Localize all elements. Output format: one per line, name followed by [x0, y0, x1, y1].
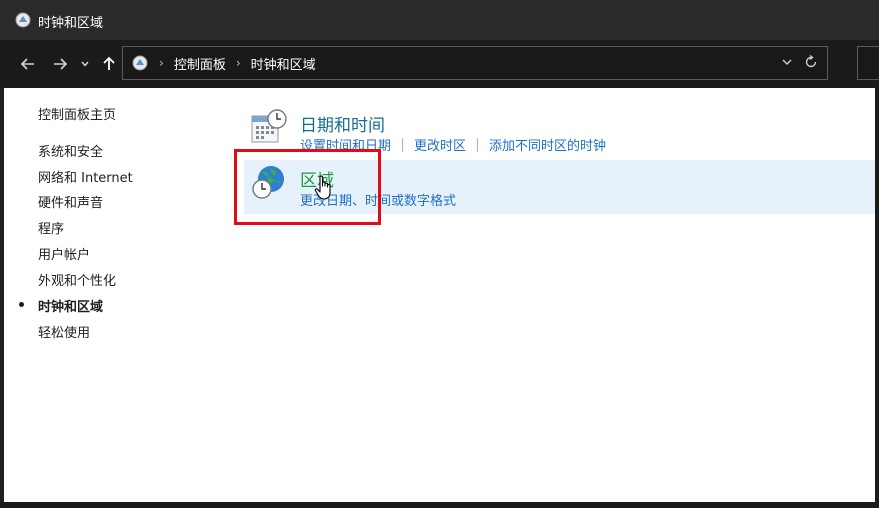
arrow-left-icon — [20, 58, 34, 70]
sidebar-item-clock-region[interactable]: 时钟和区域 — [38, 296, 103, 315]
up-button[interactable] — [97, 53, 121, 75]
category-title-date-time[interactable]: 日期和时间 — [300, 111, 385, 136]
breadcrumb-separator: › — [159, 56, 164, 70]
refresh-icon — [805, 54, 817, 68]
search-input[interactable] — [857, 46, 879, 80]
navigation-bar: › 控制面板 › 时钟和区域 — [0, 40, 879, 88]
address-bar[interactable]: › 控制面板 › 时钟和区域 — [122, 46, 828, 80]
recent-locations-button[interactable] — [76, 53, 94, 75]
sidebar-item-programs[interactable]: 程序 — [38, 218, 64, 237]
link-separator — [477, 137, 479, 152]
chevron-down-icon — [782, 59, 792, 65]
breadcrumb-clock-region[interactable]: 时钟和区域 — [251, 54, 316, 73]
sidebar: 控制面板主页 系统和安全 网络和 Internet 硬件和声音 程序 用户帐户 … — [4, 88, 224, 502]
link-separator — [402, 137, 404, 152]
arrow-up-icon — [103, 56, 115, 70]
control-panel-icon — [15, 12, 31, 28]
hand-cursor-icon — [314, 175, 331, 200]
sidebar-item-home[interactable]: 控制面板主页 — [38, 104, 116, 123]
content-area: 控制面板主页 系统和安全 网络和 Internet 硬件和声音 程序 用户帐户 … — [4, 88, 875, 502]
title-bar: 时钟和区域 — [0, 0, 879, 40]
chevron-down-icon — [81, 61, 89, 67]
sidebar-item-user-accounts[interactable]: 用户帐户 — [38, 244, 90, 263]
window-title: 时钟和区域 — [38, 16, 104, 31]
sidebar-item-network-internet[interactable]: 网络和 Internet — [38, 167, 133, 186]
link-change-timezone[interactable]: 更改时区 — [414, 135, 466, 154]
sidebar-item-ease-of-access[interactable]: 轻松使用 — [38, 322, 90, 341]
address-dropdown-button[interactable] — [781, 56, 793, 71]
breadcrumb-separator: › — [235, 56, 241, 70]
calendar-clock-icon — [251, 109, 287, 143]
breadcrumb-control-panel[interactable]: 控制面板 — [174, 54, 226, 73]
red-highlight-box — [234, 149, 381, 225]
arrow-right-icon — [54, 58, 68, 70]
back-button[interactable] — [16, 53, 40, 75]
link-add-clocks[interactable]: 添加不同时区的时钟 — [489, 135, 606, 154]
refresh-button[interactable] — [803, 54, 819, 74]
active-item-bullet — [19, 302, 24, 307]
sidebar-item-system-security[interactable]: 系统和安全 — [38, 141, 103, 160]
forward-button[interactable] — [48, 53, 72, 75]
control-panel-icon — [132, 55, 148, 71]
sidebar-item-appearance[interactable]: 外观和个性化 — [38, 270, 116, 289]
sidebar-item-hardware-sound[interactable]: 硬件和声音 — [38, 192, 103, 211]
